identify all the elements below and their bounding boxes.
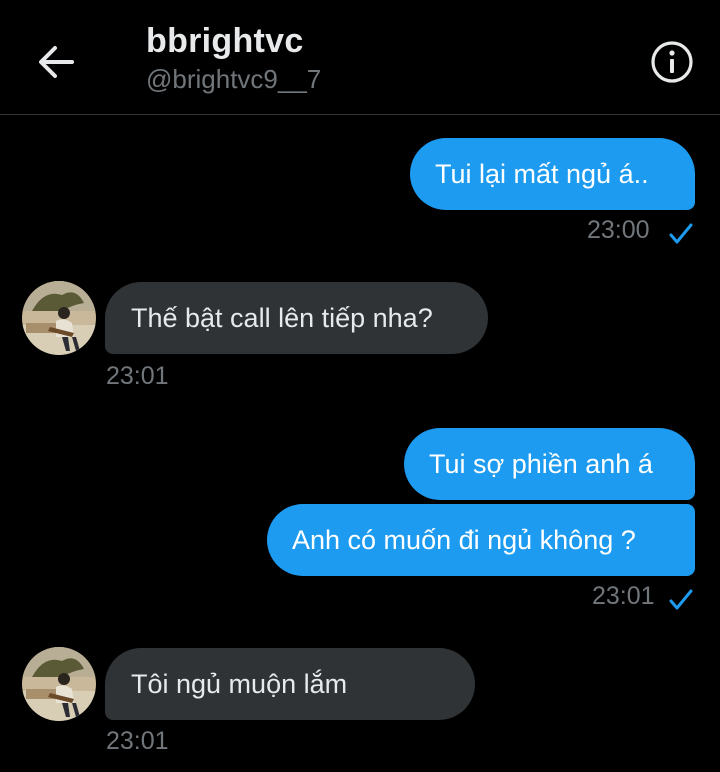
back-button[interactable] bbox=[30, 36, 82, 88]
conversation-title[interactable]: bbrightvc bbox=[146, 22, 304, 61]
avatar[interactable] bbox=[22, 647, 96, 721]
message-timestamp: 23:00 bbox=[587, 216, 650, 244]
checkmark-icon bbox=[669, 223, 693, 244]
checkmark-icon bbox=[669, 589, 693, 610]
incoming-message-bubble[interactable]: Tôi ngủ muộn lắm bbox=[105, 648, 475, 720]
message-timestamp: 23:01 bbox=[592, 582, 655, 610]
outgoing-message-bubble[interactable]: Anh có muốn đi ngủ không ? bbox=[267, 504, 695, 576]
avatar-photo bbox=[22, 281, 96, 355]
message-timestamp: 23:01 bbox=[106, 727, 169, 755]
back-arrow-icon bbox=[39, 46, 74, 78]
avatar-photo bbox=[22, 647, 96, 721]
info-button[interactable] bbox=[650, 40, 694, 84]
message-timestamp: 23:01 bbox=[106, 362, 169, 390]
info-icon bbox=[651, 41, 693, 83]
outgoing-message-bubble[interactable]: Tui sợ phiền anh á bbox=[404, 428, 695, 500]
conversation-handle: @brightvc9__7 bbox=[146, 64, 322, 94]
incoming-message-bubble[interactable]: Thế bật call lên tiếp nha? bbox=[105, 282, 488, 354]
outgoing-message-bubble[interactable]: Tui lại mất ngủ á.. bbox=[410, 138, 695, 210]
conversation-header: bbrightvc @brightvc9__7 bbox=[0, 0, 720, 115]
avatar[interactable] bbox=[22, 281, 96, 355]
